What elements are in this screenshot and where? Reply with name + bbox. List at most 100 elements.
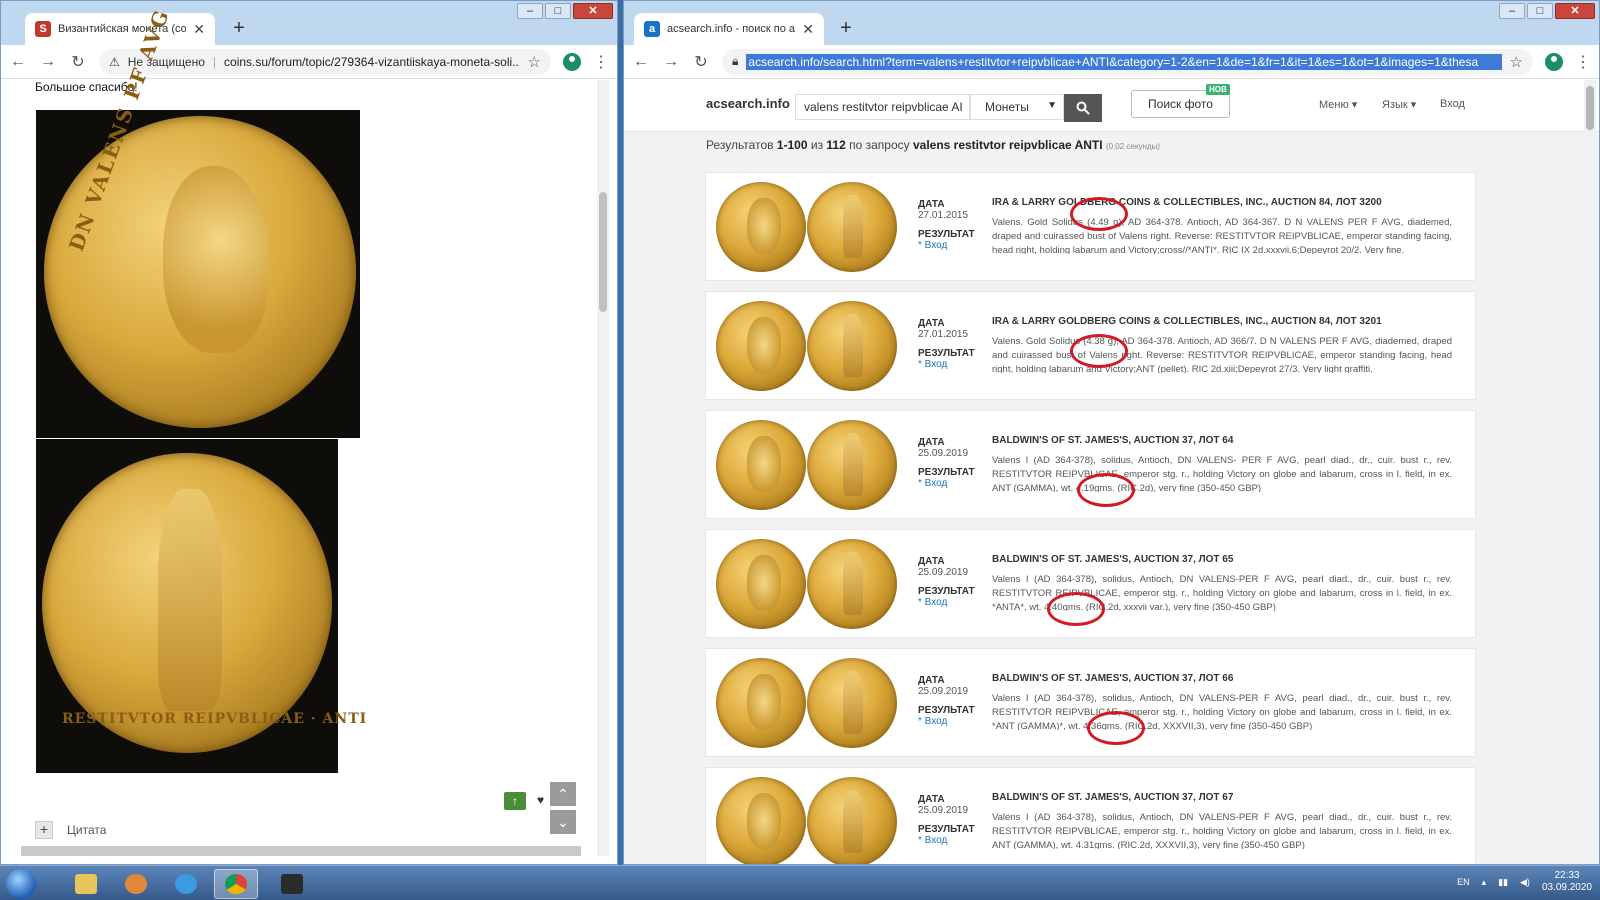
reload-icon[interactable]: ↻ (692, 52, 710, 72)
result-login-link[interactable]: * Вход (918, 597, 975, 608)
taskbar-explorer[interactable] (64, 869, 108, 899)
result-login-link[interactable]: * Вход (918, 478, 975, 489)
profile-avatar[interactable] (1545, 52, 1563, 71)
heart-icon[interactable]: ♥ (537, 793, 544, 807)
new-badge: НОВ (1206, 84, 1230, 95)
result-label: РЕЗУЛЬТАТ (918, 229, 975, 240)
lot-coin-obverse[interactable] (716, 539, 806, 629)
result-login-link[interactable]: * Вход (918, 716, 975, 727)
search-input[interactable]: valens restitvtor reipvblicae AI (795, 94, 970, 120)
forward-arrow-icon[interactable]: → (662, 53, 680, 71)
lot-coin-reverse[interactable] (807, 658, 897, 748)
lot-title[interactable]: IRA & LARRY GOLDBERG COINS & COLLECTIBLE… (992, 197, 1382, 208)
lot-coin-reverse[interactable] (807, 182, 897, 272)
lot-card[interactable]: ДАТА 27.01.2015 РЕЗУЛЬТАТ * Вход IRA & LARRY… (705, 291, 1476, 400)
left-url[interactable]: coins.su/forum/topic/279364-vizantiiskay… (224, 55, 520, 69)
taskbar-chrome[interactable] (214, 869, 258, 899)
lot-title[interactable]: BALDWIN'S OF ST. JAMES'S, AUCTION 37, ЛО… (992, 554, 1233, 565)
horizontal-scroll-thumb[interactable] (21, 846, 581, 856)
left-page: Большое спасибо! DN VALENS PF AVG RESTIT… (1, 5, 604, 864)
lot-coin-obverse[interactable] (716, 301, 806, 391)
result-login-link[interactable]: * Вход (918, 835, 975, 846)
lot-coin-obverse[interactable] (716, 420, 806, 510)
search-button[interactable] (1064, 94, 1102, 122)
lot-card[interactable]: ДАТА 25.09.2019 РЕЗУЛЬТАТ * Вход BALDWIN'S O… (705, 529, 1476, 638)
lot-coin-obverse[interactable] (716, 658, 806, 748)
lot-coin-reverse[interactable] (807, 777, 897, 864)
taskbar-internet-explorer[interactable] (164, 869, 208, 899)
close-window-button[interactable]: ✕ (573, 3, 613, 19)
lot-title[interactable]: BALDWIN'S OF ST. JAMES'S, AUCTION 37, ЛО… (992, 792, 1233, 803)
lot-card[interactable]: ДАТА 25.09.2019 РЕЗУЛЬТАТ * Вход BALDWIN'S O… (705, 410, 1476, 519)
back-arrow-icon[interactable]: ← (632, 53, 650, 71)
bookmark-star-icon[interactable]: ☆ (1510, 53, 1523, 71)
close-tab-icon[interactable]: ✕ (802, 21, 814, 38)
taskbar-camera-app[interactable] (270, 869, 314, 899)
acsearch-page: acsearch.info valens restitvtor reipvbli… (624, 80, 1599, 864)
right-tab[interactable]: a acsearch.info - поиск по аукцио ✕ (634, 13, 824, 45)
right-scroll-thumb[interactable] (1586, 86, 1594, 130)
coins-favicon-icon: S (35, 21, 51, 37)
taskbar: EN ▴ ▮▮ ◀) 22:33 03.09.2020 (0, 865, 1600, 900)
right-address-bar[interactable]: 🔒︎ acsearch.info/search.html?term=valens… (722, 48, 1533, 75)
back-arrow-icon[interactable]: ← (9, 53, 27, 71)
right-url[interactable]: acsearch.info/search.html?term=valens+re… (746, 53, 1502, 70)
lot-coin-reverse[interactable] (807, 301, 897, 391)
menu-kebab-icon[interactable]: ⋮ (1575, 52, 1591, 72)
taskbar-media-player[interactable] (114, 869, 158, 899)
results-of: из (807, 138, 827, 152)
menu-dropdown[interactable]: Меню ▾ (1319, 98, 1357, 111)
right-vertical-scrollbar[interactable] (1584, 80, 1596, 864)
system-tray: EN ▴ ▮▮ ◀) 22:33 03.09.2020 (1457, 870, 1592, 894)
minimize-button[interactable]: – (517, 3, 543, 19)
profile-avatar[interactable] (563, 52, 581, 71)
left-vertical-scrollbar[interactable] (597, 80, 609, 856)
horizontal-scrollbar[interactable] (21, 846, 581, 856)
minimize-button[interactable]: – (1499, 3, 1525, 19)
lot-title[interactable]: BALDWIN'S OF ST. JAMES'S, AUCTION 37, ЛО… (992, 673, 1233, 684)
weight-highlight-circle (1047, 592, 1105, 626)
result-login-link[interactable]: * Вход (918, 359, 975, 370)
language-dropdown[interactable]: Язык ▾ (1382, 98, 1416, 111)
language-indicator[interactable]: EN (1457, 877, 1470, 887)
upvote-button[interactable]: ↑ (504, 792, 526, 810)
maximize-button[interactable]: □ (1527, 3, 1553, 19)
left-scroll-thumb[interactable] (599, 192, 607, 312)
standing-figure (843, 789, 863, 853)
start-button[interactable] (6, 869, 36, 899)
login-link[interactable]: Вход (1440, 98, 1465, 110)
scroll-down-button[interactable]: ⌄ (550, 810, 576, 834)
left-address-bar[interactable]: ⚠ Не защищено | coins.su/forum/topic/279… (99, 48, 551, 75)
lot-coin-obverse[interactable] (716, 182, 806, 272)
new-tab-button[interactable]: + (227, 17, 251, 41)
volume-icon[interactable]: ◀) (1520, 877, 1530, 888)
left-tab[interactable]: S Византийская монета (солид?). ✕ (25, 13, 215, 45)
tray-arrow-icon[interactable]: ▴ (1482, 877, 1487, 888)
close-window-button[interactable]: ✕ (1555, 3, 1595, 19)
quote-label[interactable]: Цитата (67, 823, 106, 837)
quote-plus-button[interactable]: + (35, 821, 53, 839)
clock[interactable]: 22:33 03.09.2020 (1542, 870, 1592, 894)
lot-card[interactable]: ДАТА 25.09.2019 РЕЗУЛЬТАТ * Вход BALDWIN'S O… (705, 648, 1476, 757)
lot-card[interactable]: ДАТА 25.09.2019 РЕЗУЛЬТАТ * Вход BALDWIN'S O… (705, 767, 1476, 864)
coin-obverse-photo: DN VALENS PF AVG (36, 5, 360, 438)
lot-coin-reverse[interactable] (807, 420, 897, 510)
lot-coin-obverse[interactable] (716, 777, 806, 864)
site-logo[interactable]: acsearch.info (706, 96, 790, 111)
scroll-up-button[interactable]: ⌃ (550, 782, 576, 806)
result-login-link[interactable]: * Вход (918, 240, 975, 251)
new-tab-button[interactable]: + (834, 17, 858, 41)
lot-card[interactable]: ДАТА 27.01.2015 РЕЗУЛЬТАТ * Вход IRA & LARRY… (705, 172, 1476, 281)
lot-title[interactable]: IRA & LARRY GOLDBERG COINS & COLLECTIBLE… (992, 316, 1382, 327)
lot-title[interactable]: BALDWIN'S OF ST. JAMES'S, AUCTION 37, ЛО… (992, 435, 1233, 446)
lot-coin-reverse[interactable] (807, 539, 897, 629)
menu-kebab-icon[interactable]: ⋮ (593, 52, 609, 72)
maximize-button[interactable]: □ (545, 3, 571, 19)
close-tab-icon[interactable]: ✕ (193, 21, 205, 38)
category-select[interactable]: Монеты ▼ (970, 94, 1064, 120)
result-label: РЕЗУЛЬТАТ (918, 586, 975, 597)
reload-icon[interactable]: ↻ (69, 52, 87, 72)
forward-arrow-icon[interactable]: → (39, 53, 57, 71)
bookmark-star-icon[interactable]: ☆ (528, 53, 541, 71)
network-icon[interactable]: ▮▮ (1498, 877, 1508, 888)
